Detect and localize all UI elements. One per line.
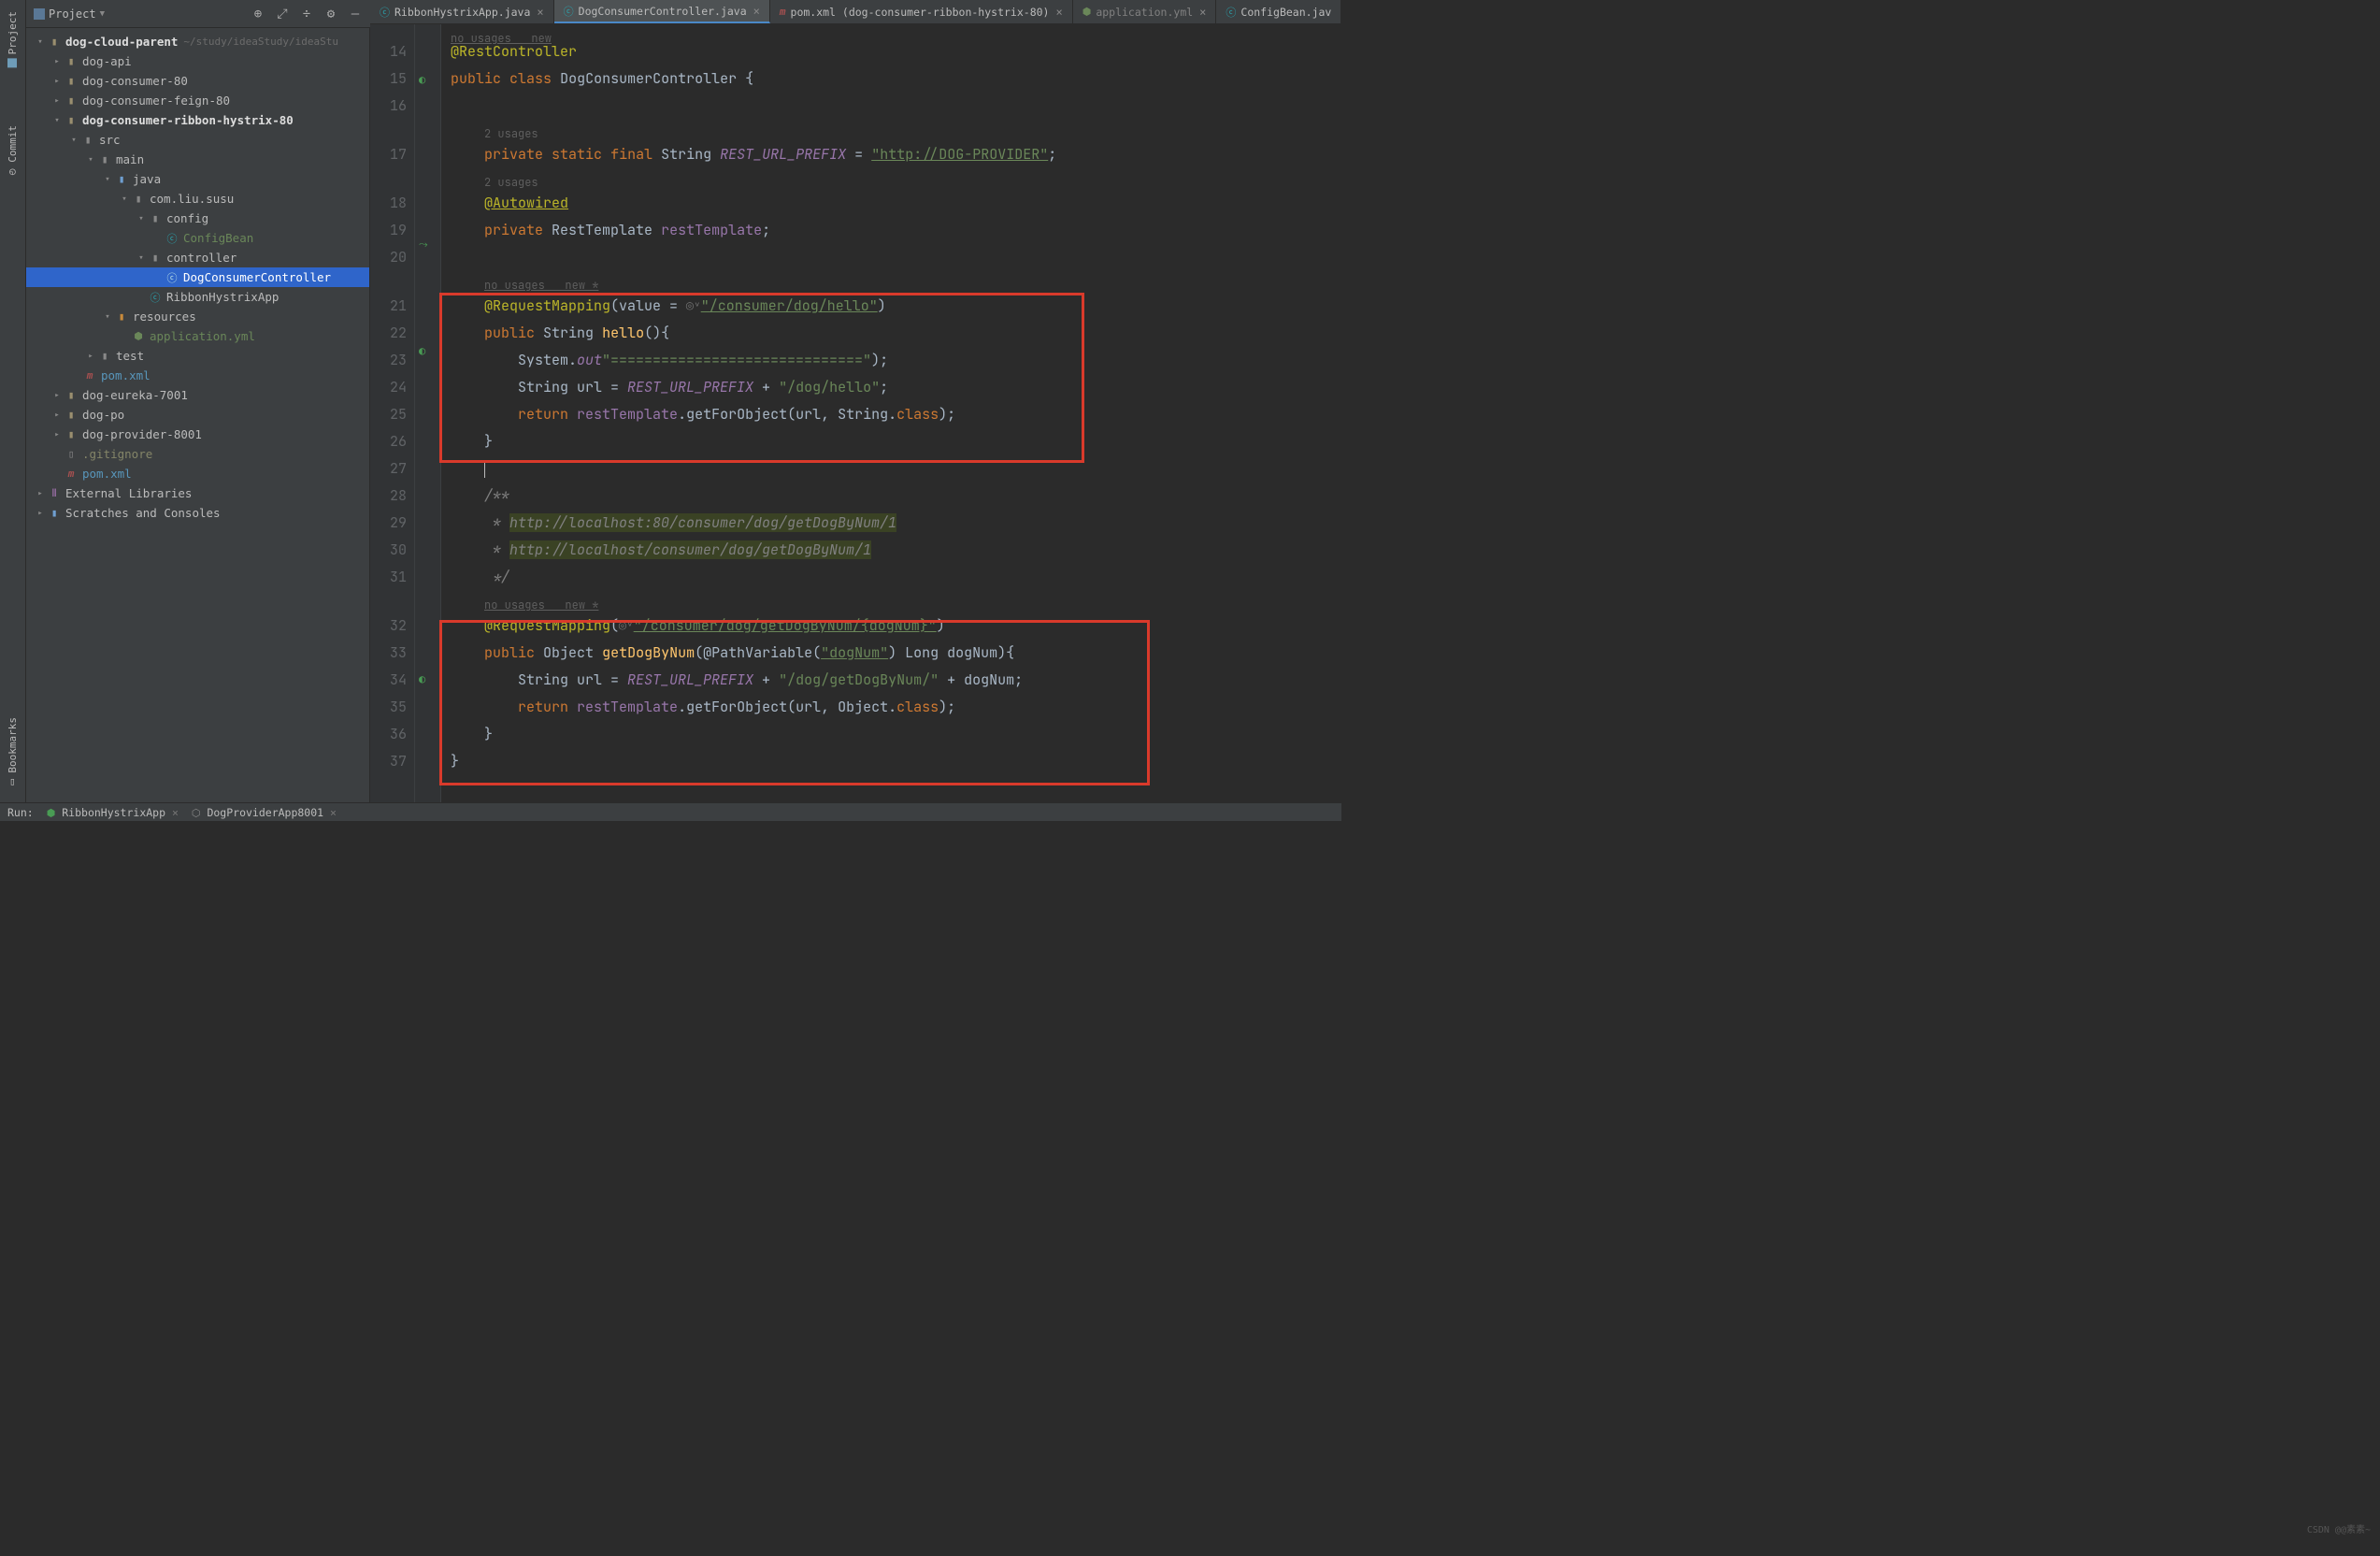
- tab-pom[interactable]: mpom.xml (dog-consumer-ribbon-hystrix-80…: [770, 0, 1073, 23]
- folder-icon: ▮: [64, 55, 79, 67]
- status-bar: Run: ⬢ RibbonHystrixApp × ⬡ DogProviderA…: [0, 802, 1341, 821]
- close-icon[interactable]: ×: [1055, 6, 1062, 19]
- project-dropdown[interactable]: Project ▼: [34, 7, 105, 21]
- run-gutter-icon[interactable]: ◐: [419, 66, 425, 94]
- class-icon: ⓒ: [165, 270, 179, 285]
- folder-icon: ▮: [97, 153, 112, 166]
- package-icon: ▮: [148, 212, 163, 224]
- class-icon: ⓒ: [380, 5, 390, 20]
- run-config-1[interactable]: ⬢ RibbonHystrixApp ×: [47, 806, 179, 819]
- editor-tabs: ⓒRibbonHystrixApp.java× ⓒDogConsumerCont…: [370, 0, 1341, 24]
- tab-dogconsumercontroller[interactable]: ⓒDogConsumerController.java×: [554, 0, 770, 23]
- project-toolbar: Project ▼ ⊕ ⤢ ÷ ⚙ —: [26, 0, 370, 28]
- commit-icon: ◷: [7, 166, 19, 179]
- libraries-icon: ⫴: [47, 487, 62, 500]
- icon-gutter: ◐ ⤳ ◐ ◐: [415, 24, 441, 802]
- close-icon[interactable]: ×: [1199, 6, 1206, 19]
- folder-icon: ▮: [64, 114, 79, 126]
- maven-icon: m: [64, 468, 79, 480]
- folder-icon: [34, 8, 45, 20]
- class-icon: ⓒ: [165, 231, 179, 246]
- folder-icon: ▮: [64, 389, 79, 401]
- code-content[interactable]: no usages new @RestController public cla…: [441, 24, 1341, 802]
- gear-icon[interactable]: ⚙: [323, 7, 338, 22]
- folder-icon: ▮: [114, 173, 129, 185]
- tab-configbean[interactable]: ⓒConfigBean.jav: [1216, 0, 1341, 23]
- project-tree[interactable]: ▾▮dog-cloud-parent~/study/ideaStudy/idea…: [26, 28, 370, 802]
- yml-icon: ⬢: [131, 330, 146, 342]
- close-icon[interactable]: ×: [537, 6, 543, 19]
- spring-icon: ⬢: [47, 807, 56, 819]
- tab-ribbonhystrixapp[interactable]: ⓒRibbonHystrixApp.java×: [370, 0, 554, 23]
- maven-icon: m: [82, 369, 97, 382]
- package-icon: ▮: [148, 252, 163, 264]
- run-config-2[interactable]: ⬡ DogProviderApp8001 ×: [192, 806, 337, 819]
- hide-icon[interactable]: —: [348, 7, 363, 22]
- code-editor[interactable]: 141516 17 181920 2122232425262728293031 …: [370, 24, 1341, 802]
- tab-applicationyml[interactable]: ⬢application.yml×: [1073, 0, 1217, 23]
- project-toolwindow-tab[interactable]: Project: [5, 6, 21, 73]
- module-icon: ▮: [47, 36, 62, 48]
- run-label: Run:: [7, 806, 34, 819]
- bean-gutter-icon[interactable]: ⤳: [419, 231, 428, 258]
- folder-icon: ▮: [80, 134, 95, 146]
- class-icon: ⓒ: [564, 4, 574, 19]
- locate-icon[interactable]: ⊕: [251, 7, 265, 22]
- left-tool-strip: Project ◷Commit ▯Bookmarks: [0, 0, 26, 802]
- package-icon: ▮: [131, 193, 146, 205]
- resources-icon: ▮: [114, 310, 129, 323]
- text-caret: [484, 460, 485, 478]
- bookmark-icon: ▯: [7, 777, 19, 789]
- folder-icon: ▮: [64, 75, 79, 87]
- folder-icon: ▮: [64, 428, 79, 440]
- folder-icon: [8, 58, 18, 67]
- bookmarks-toolwindow-tab[interactable]: ▯Bookmarks: [5, 712, 21, 795]
- commit-toolwindow-tab[interactable]: ◷Commit: [5, 120, 21, 184]
- yml-icon: ⬢: [1082, 6, 1092, 18]
- web-gutter-icon[interactable]: ◐: [419, 666, 425, 693]
- file-icon: ▯: [64, 448, 79, 460]
- expand-icon[interactable]: ⤢: [275, 7, 290, 22]
- folder-icon: ▮: [64, 94, 79, 107]
- spring-icon: ⬡: [192, 807, 201, 819]
- scratches-icon: ▮: [47, 507, 62, 519]
- chevron-down-icon: ▼: [100, 9, 105, 19]
- collapse-icon[interactable]: ÷: [299, 7, 314, 22]
- folder-icon: ▮: [64, 409, 79, 421]
- line-number-gutter: 141516 17 181920 2122232425262728293031 …: [370, 24, 415, 802]
- class-icon: ⓒ: [1226, 5, 1236, 20]
- folder-icon: ▮: [97, 350, 112, 362]
- watermark: CSDN @@素素~: [2307, 1521, 2371, 1535]
- web-gutter-icon[interactable]: ◐: [419, 338, 425, 365]
- maven-icon: m: [780, 6, 786, 18]
- close-icon[interactable]: ×: [753, 5, 760, 18]
- class-icon: ⓒ: [148, 290, 163, 305]
- selected-file[interactable]: ⓒDogConsumerController: [26, 267, 369, 287]
